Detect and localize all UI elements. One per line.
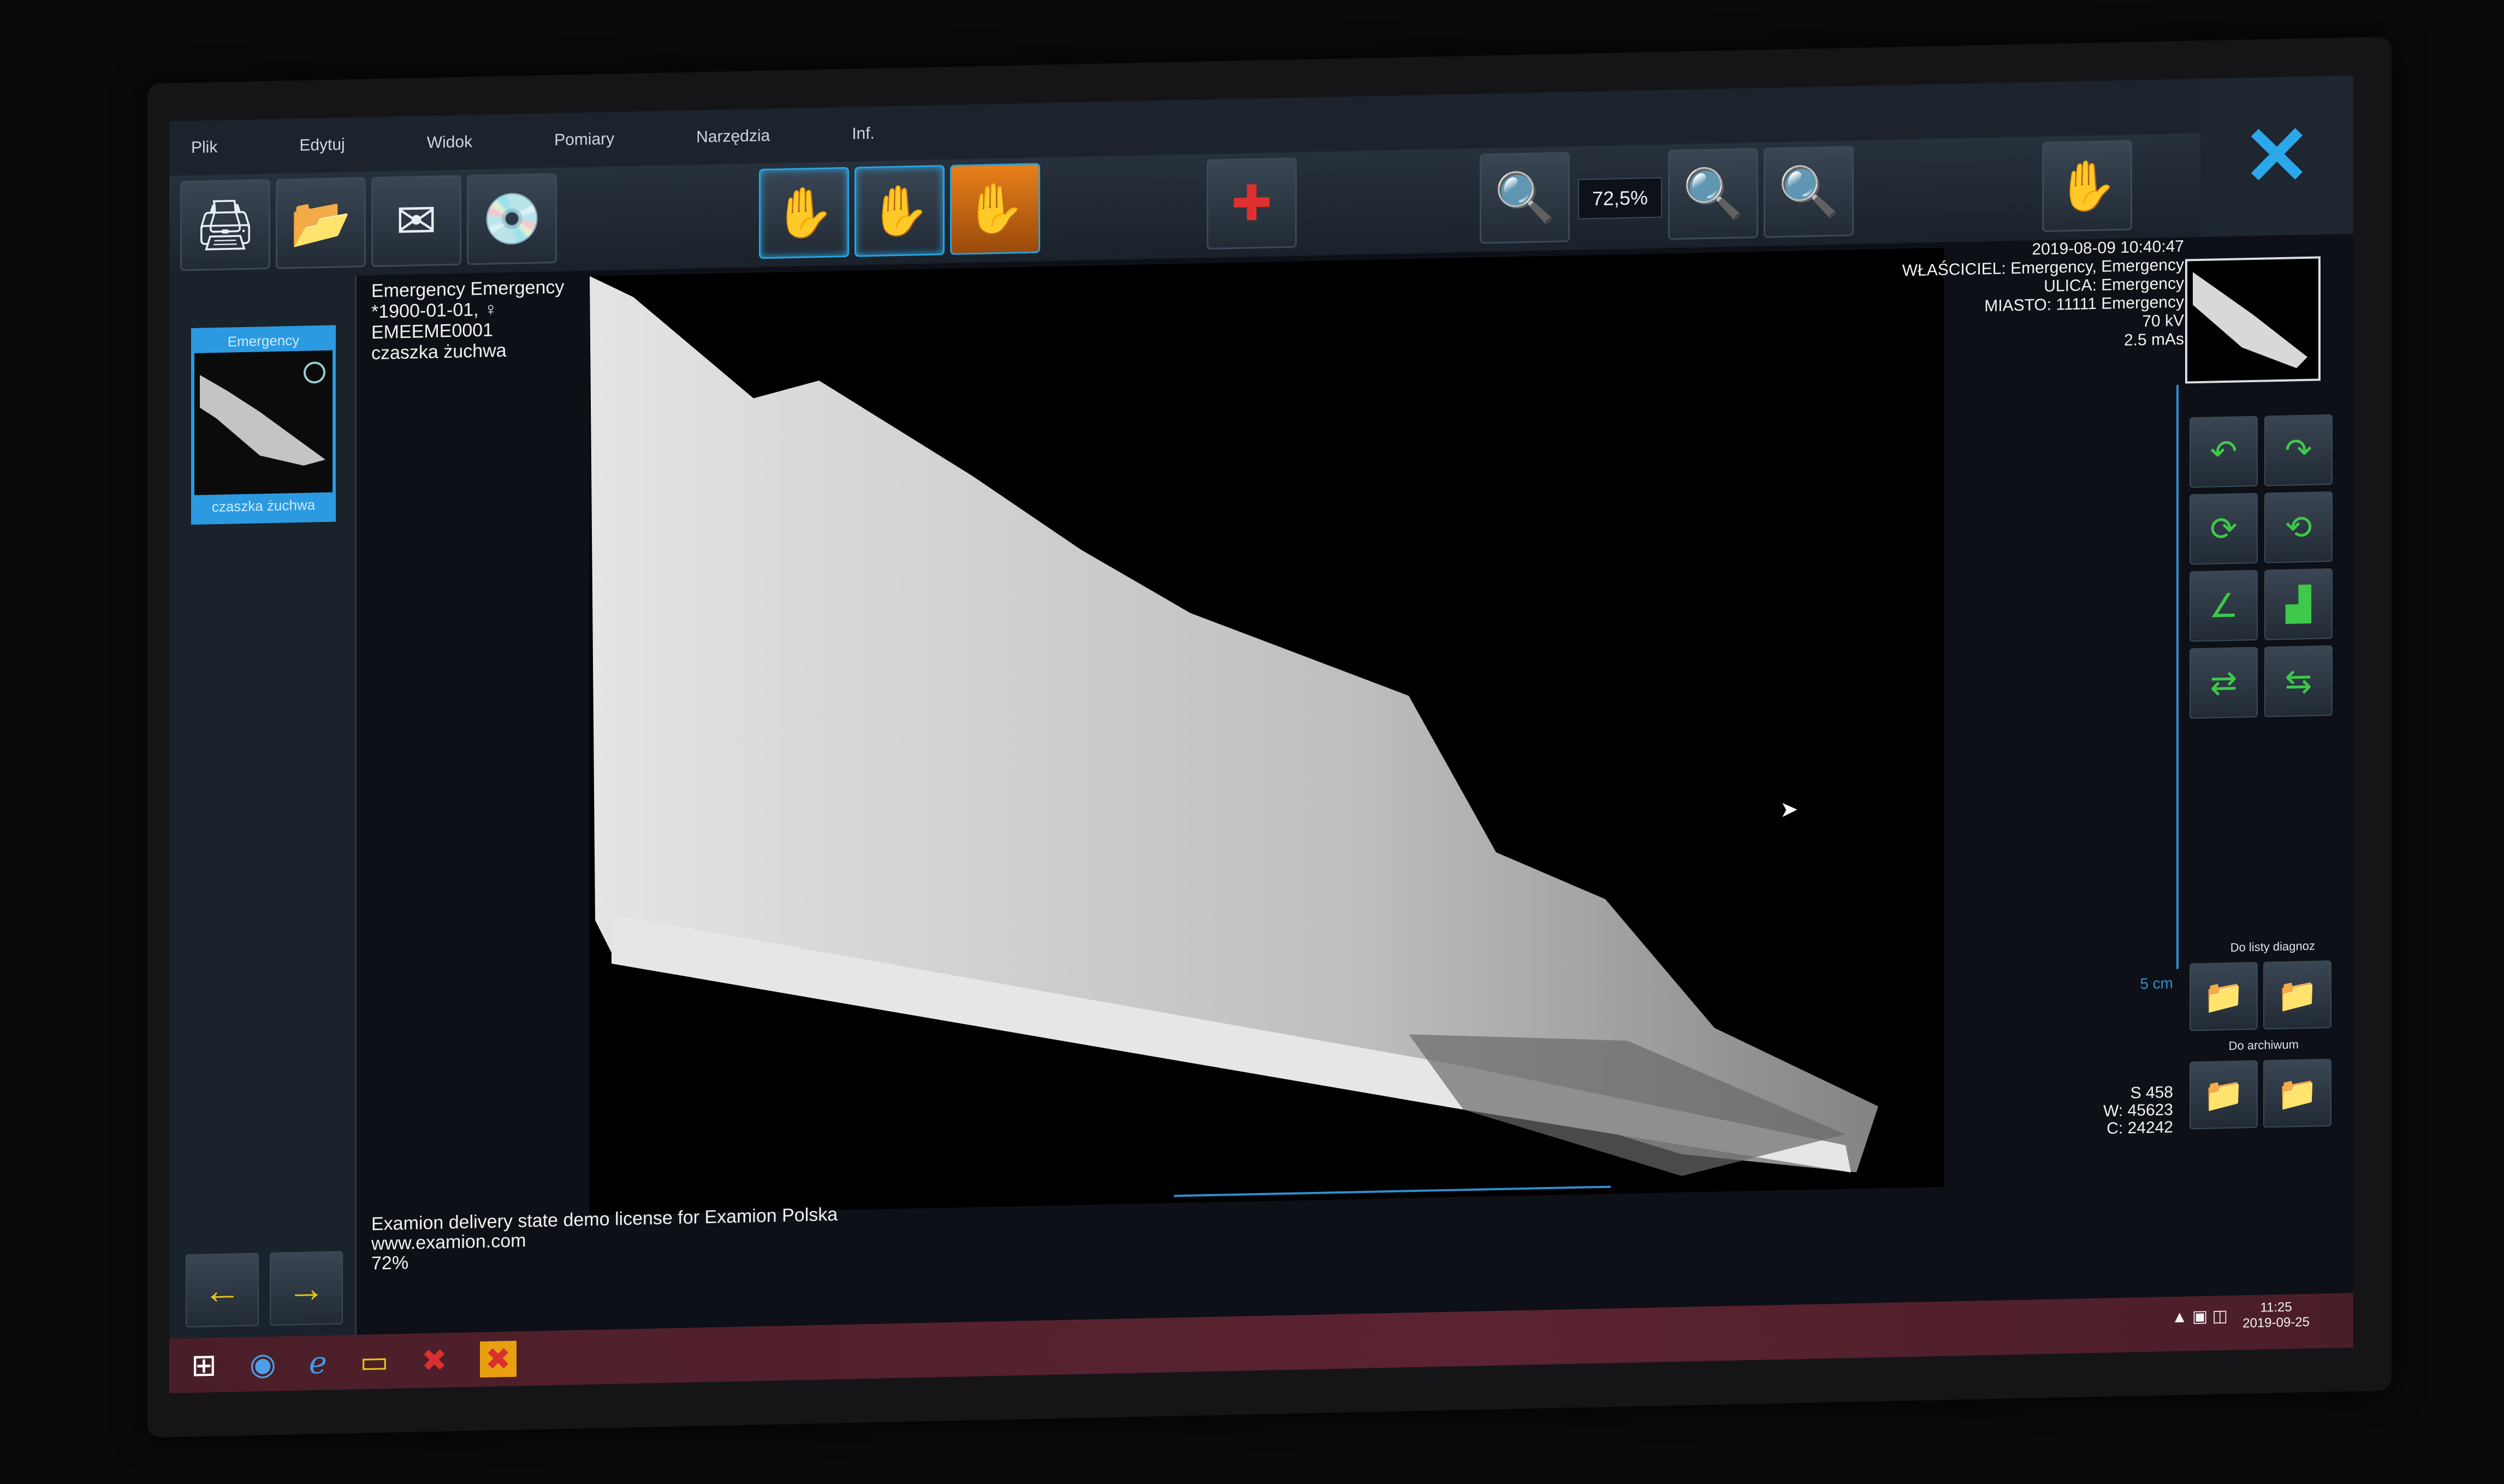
patient-info: Emergency Emergency *1900-01-01, ♀ EMEEM… bbox=[371, 277, 564, 364]
angle-measure-button[interactable]: ∠ bbox=[2189, 569, 2258, 642]
rotate-free-icon: ⟲ bbox=[2285, 508, 2312, 546]
crosshair-split-button[interactable]: ✚ bbox=[1207, 157, 1297, 250]
rotate-right-button[interactable]: ↷ bbox=[2264, 414, 2333, 486]
diagnosis-buttons: 📁 📁 bbox=[2189, 960, 2331, 1031]
mirror-icon: ⇄ bbox=[2210, 664, 2238, 702]
menu-edytuj[interactable]: Edytuj bbox=[299, 135, 345, 155]
scale-label: 5 cm bbox=[2140, 975, 2173, 993]
thumbnail-image bbox=[194, 350, 333, 495]
stat-s: S 458 bbox=[2130, 1083, 2173, 1102]
thumbnail-nav: ← → bbox=[186, 1251, 343, 1328]
hand-xray-invert-icon: ✋ bbox=[964, 181, 1026, 237]
app-screen: Plik Edytuj Widok Pomiary Narzędzia Inf.… bbox=[169, 75, 2353, 1393]
angle-icon: ∠ bbox=[2209, 587, 2239, 625]
fit-screen-button[interactable]: ✋ bbox=[2042, 140, 2132, 233]
thumbnail-caption: Emergency Emergenc bbox=[227, 331, 300, 372]
print-button[interactable]: 🖨 bbox=[180, 179, 270, 271]
flip-vertical-button[interactable]: ⟳ bbox=[2189, 492, 2258, 565]
patient-name: Emergency Emergency bbox=[371, 276, 565, 302]
hand-view-button-1[interactable]: ✋ bbox=[759, 167, 849, 259]
menu-widok[interactable]: Widok bbox=[427, 133, 472, 152]
zoom-in-button[interactable]: 🔍 bbox=[1668, 147, 1758, 240]
histogram-icon: ▟ bbox=[2286, 585, 2311, 623]
open-folder-button[interactable]: 📂 bbox=[276, 177, 366, 269]
rotate-free-button[interactable]: ⟲ bbox=[2264, 491, 2333, 563]
mirror-button[interactable]: ⇄ bbox=[2189, 646, 2258, 719]
burn-cd-button[interactable]: 💿 bbox=[467, 173, 557, 265]
exam-info: 2019-08-09 10:40:47 WŁAŚCICIEL: Emergenc… bbox=[1902, 238, 2184, 355]
stat-w: W: 45623 bbox=[2103, 1101, 2173, 1120]
windows-start-icon[interactable]: ⊞ bbox=[191, 1347, 217, 1384]
clock-date: 2019-09-25 bbox=[2242, 1314, 2310, 1331]
flip-vertical-icon: ⟳ bbox=[2210, 510, 2238, 548]
zoom-100-button[interactable]: 🔍 bbox=[1764, 146, 1854, 238]
send-to-diagnosis-all-button[interactable]: 📁 bbox=[2263, 960, 2331, 1030]
hand-view-button-3[interactable]: ✋ bbox=[950, 163, 1040, 255]
rotate-right-icon: ↷ bbox=[2285, 431, 2312, 469]
internet-explorer-icon[interactable]: ℯ bbox=[309, 1345, 327, 1381]
archive-label: Do archiwum bbox=[2228, 1037, 2299, 1053]
zoom-value[interactable]: 72,5% bbox=[1578, 177, 1662, 219]
xray-image[interactable] bbox=[590, 247, 1944, 1215]
window-level-stats: S 458 W: 45623 C: 24242 bbox=[2103, 1083, 2173, 1138]
crosshair-icon: ✚ bbox=[1231, 176, 1273, 231]
hand-xray-icon: ✋ bbox=[773, 185, 835, 241]
study-description: czaszka żuchwa bbox=[371, 340, 507, 364]
zoom-reset-icon: 🔍 bbox=[1778, 164, 1840, 220]
hand-view-button-2[interactable]: ✋ bbox=[855, 165, 945, 257]
printer-icon: 🖨 bbox=[194, 197, 257, 253]
next-image-button[interactable]: → bbox=[270, 1251, 343, 1326]
browser-icon[interactable]: ◉ bbox=[250, 1346, 276, 1382]
examion-icon[interactable]: ✖ bbox=[422, 1342, 447, 1379]
file-explorer-icon[interactable]: ▭ bbox=[360, 1343, 389, 1380]
archive-buttons: 📁 📁 bbox=[2189, 1058, 2331, 1130]
menu-inf[interactable]: Inf. bbox=[852, 124, 875, 144]
rotate-left-icon: ↶ bbox=[2210, 433, 2238, 471]
prev-image-button[interactable]: ← bbox=[186, 1253, 259, 1328]
compare-icon: ⇆ bbox=[2285, 662, 2312, 700]
archive-all-button[interactable]: 📁 bbox=[2263, 1058, 2331, 1128]
folder-icon: 📂 bbox=[290, 195, 352, 251]
archive-folder-icon: 📁 bbox=[2203, 1076, 2244, 1114]
examion-active-icon[interactable]: ✖ bbox=[479, 1340, 517, 1378]
license-info: Examion delivery state demo license for … bbox=[371, 1204, 838, 1274]
menu-plik[interactable]: Plik bbox=[191, 138, 217, 157]
zoom-out-button[interactable]: 🔍 bbox=[1480, 152, 1570, 244]
hand-xray-measure-icon: ✋ bbox=[869, 183, 930, 239]
fit-hand-icon: ✋ bbox=[2056, 158, 2118, 214]
zoom-out-icon: 🔍 bbox=[1494, 170, 1556, 226]
archive-folder-all-icon: 📁 bbox=[2277, 1074, 2318, 1112]
diagnosis-list-label: Do listy diagnoz bbox=[2230, 939, 2315, 954]
cd-icon: 💿 bbox=[481, 191, 543, 247]
archive-button[interactable]: 📁 bbox=[2189, 1060, 2258, 1130]
system-clock[interactable]: 11:25 2019-09-25 bbox=[2242, 1299, 2310, 1332]
close-icon: ✕ bbox=[2242, 109, 2311, 203]
image-minimap[interactable] bbox=[2185, 256, 2321, 384]
histogram-button[interactable]: ▟ bbox=[2264, 568, 2333, 640]
arrow-left-icon: ← bbox=[203, 1268, 241, 1312]
image-tools: ↶ ↷ ⟳ ⟲ ∠ ▟ ⇄ ⇆ bbox=[2189, 414, 2333, 719]
menu-pomiary[interactable]: Pomiary bbox=[554, 130, 614, 150]
arrow-right-icon: → bbox=[287, 1266, 325, 1310]
email-button[interactable]: ✉ bbox=[371, 175, 461, 268]
send-to-diagnosis-button[interactable]: 📁 bbox=[2189, 961, 2258, 1031]
zoom-in-icon: 🔍 bbox=[1682, 165, 1744, 222]
rotate-left-button[interactable]: ↶ bbox=[2189, 415, 2258, 488]
clock-time: 11:25 bbox=[2260, 1299, 2292, 1315]
stat-c: C: 24242 bbox=[2107, 1118, 2173, 1138]
study-thumbnail[interactable]: Emergency Emergenc czaszka żuchwa bbox=[191, 325, 336, 525]
folder-send-all-icon: 📁 bbox=[2277, 976, 2318, 1014]
thumbnail-panel: Emergency Emergenc czaszka żuchwa ← → bbox=[169, 275, 357, 1339]
folder-send-icon: 📁 bbox=[2203, 977, 2244, 1016]
compare-button[interactable]: ⇆ bbox=[2264, 645, 2333, 717]
vertical-scale-ruler bbox=[2171, 384, 2179, 970]
close-button[interactable]: ✕ bbox=[2200, 75, 2353, 237]
tray-icons[interactable]: ▲ ▣ ◫ bbox=[2171, 1307, 2228, 1327]
mouse-cursor: ➤ bbox=[1780, 797, 1799, 822]
envelope-icon: ✉ bbox=[395, 193, 437, 249]
menu-narzedzia[interactable]: Narzędzia bbox=[696, 127, 770, 147]
thumbnail-footer: czaszka żuchwa bbox=[211, 496, 316, 515]
